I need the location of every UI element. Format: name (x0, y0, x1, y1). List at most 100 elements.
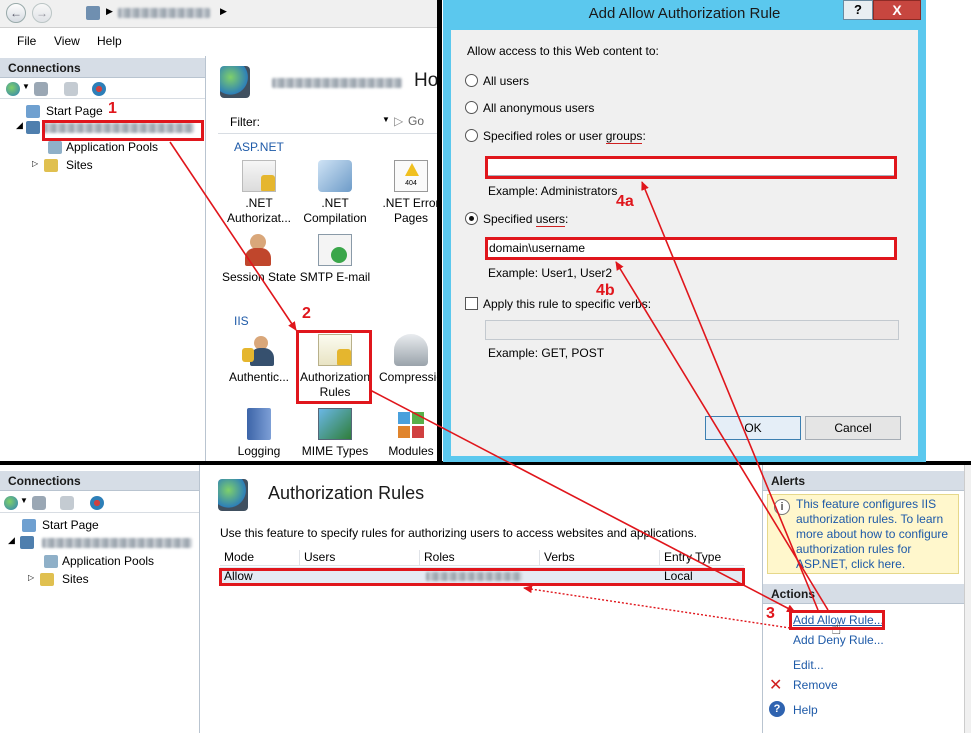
go-funnel-icon[interactable]: ▷ (394, 114, 403, 128)
connections-header: Connections (0, 58, 205, 78)
save-icon[interactable] (32, 496, 46, 510)
server-icon-large (218, 479, 248, 511)
up-folder-icon[interactable] (64, 82, 78, 96)
tree-sites[interactable]: ▷ Sites (32, 158, 93, 172)
feature-session-state[interactable]: Session State (220, 234, 298, 285)
authorization-rules-icon (318, 334, 352, 366)
feature-dotnet-error-pages[interactable]: 404 .NET Error Pages (372, 160, 440, 226)
group-iis: IIS (234, 314, 249, 328)
app-pools-icon (48, 141, 62, 154)
col-mode[interactable]: Mode (220, 550, 300, 566)
sites-folder-icon (44, 159, 58, 172)
filter-dropdown-icon[interactable]: ▼ (382, 115, 390, 124)
forward-button[interactable]: → (32, 3, 52, 23)
sites-folder-icon (40, 573, 54, 586)
tree-sites-bottom[interactable]: ▷ Sites (28, 572, 89, 586)
feature-compression[interactable]: Compressio (372, 334, 440, 385)
address-bar: ← → ▶ ▶ (0, 0, 440, 28)
connect-globe-icon[interactable] (4, 496, 18, 510)
verbs-label[interactable]: Apply this rule to specific verbs: (483, 297, 651, 311)
feature-logging[interactable]: Logging (220, 408, 298, 459)
step-2-label: 2 (302, 305, 311, 322)
users-input[interactable]: domain\username (485, 238, 897, 258)
disconnect-icon[interactable] (90, 496, 104, 510)
connections-pane-bottom: Connections ▼ Start Page ◢ Application P… (0, 465, 200, 733)
cancel-button[interactable]: Cancel (805, 416, 901, 440)
radio-roles-groups[interactable] (465, 129, 478, 142)
logging-icon (247, 408, 271, 440)
tree-start-page-bottom[interactable]: Start Page (22, 518, 99, 532)
help-link[interactable]: Help (793, 703, 818, 717)
col-users[interactable]: Users (300, 550, 420, 566)
radio-all-users[interactable] (465, 74, 478, 87)
label-all-users[interactable]: All users (483, 74, 529, 88)
tree-collapse-icon[interactable]: ◢ (16, 120, 23, 131)
tree-application-pools[interactable]: Application Pools (48, 140, 158, 154)
menu-view[interactable]: View (54, 34, 80, 48)
tree-expand-icon[interactable]: ▷ (32, 159, 38, 168)
label-specified-users[interactable]: Specified users: (483, 212, 568, 227)
menu-file[interactable]: File (17, 34, 36, 48)
step-3-label: 3 (766, 605, 775, 622)
feature-authorization-rules[interactable]: Authorization Rules (296, 334, 374, 400)
dropdown-arrow-icon[interactable]: ▼ (22, 82, 30, 91)
menu-help[interactable]: Help (97, 34, 122, 48)
verbs-checkbox[interactable] (465, 297, 478, 310)
remove-link[interactable]: Remove (793, 678, 838, 692)
tree-collapse-icon[interactable]: ◢ (8, 535, 15, 546)
feature-modules[interactable]: Modules (372, 408, 440, 459)
dotnet-compilation-icon (318, 160, 352, 192)
divider-vertical (437, 0, 442, 465)
feature-mime-types[interactable]: MIME Types (296, 408, 374, 459)
dialog-help-button[interactable]: ? (843, 0, 873, 20)
roles-example: Example: Administrators (488, 184, 618, 198)
alert-text[interactable]: This feature configures IIS authorizatio… (796, 497, 948, 571)
up-folder-icon[interactable] (60, 496, 74, 510)
breadcrumb-server-name[interactable] (118, 8, 210, 18)
col-entry-type[interactable]: Entry Type (660, 550, 744, 566)
breadcrumb-chevron-icon: ▶ (106, 6, 113, 16)
verbs-example: Example: GET, POST (488, 346, 605, 360)
col-verbs[interactable]: Verbs (540, 550, 660, 566)
radio-specified-users[interactable] (465, 212, 478, 225)
disconnect-icon[interactable] (92, 82, 106, 96)
feature-dotnet-compilation[interactable]: .NET Compilation (296, 160, 374, 226)
filter-bar: Filter: ▼ ▷ Go (218, 110, 440, 134)
label-anonymous-users[interactable]: All anonymous users (483, 101, 594, 115)
connect-globe-icon[interactable] (6, 82, 20, 96)
col-roles[interactable]: Roles (420, 550, 540, 566)
alert-box[interactable]: i This feature configures IIS authorizat… (767, 494, 959, 574)
tree-start-page[interactable]: Start Page (26, 104, 103, 118)
server-breadcrumb-icon (86, 6, 100, 20)
go-button[interactable]: Go (408, 114, 424, 128)
app-pools-icon (44, 555, 58, 568)
edit-link[interactable]: Edit... (793, 658, 824, 672)
hand-cursor-icon: ☝ (831, 619, 842, 638)
row-entry-type: Local (664, 569, 693, 583)
tree-application-pools-bottom[interactable]: Application Pools (44, 554, 154, 568)
page-description: Use this feature to specify rules for au… (220, 526, 697, 540)
verbs-input[interactable] (485, 320, 899, 340)
connections-header-bottom: Connections (0, 471, 199, 491)
dropdown-arrow-icon[interactable]: ▼ (20, 496, 28, 505)
mime-types-icon (318, 408, 352, 440)
modules-icon (394, 408, 428, 440)
feature-smtp-email[interactable]: SMTP E-mail (296, 234, 374, 285)
table-row[interactable]: Allow Local (220, 567, 744, 585)
label-roles-groups[interactable]: Specified roles or user groups: (483, 129, 646, 144)
feature-dotnet-authorization[interactable]: .NET Authorizat... (220, 160, 298, 226)
alerts-header: Alerts (763, 471, 964, 491)
radio-anonymous-users[interactable] (465, 101, 478, 114)
ok-button[interactable]: OK (705, 416, 801, 440)
tree-expand-icon[interactable]: ▷ (28, 573, 34, 582)
feature-authentication[interactable]: Authentic... (220, 334, 298, 385)
save-icon[interactable] (34, 82, 48, 96)
roles-input[interactable] (485, 156, 897, 176)
info-icon: i (774, 499, 790, 515)
home-title: Ho (414, 70, 439, 91)
dialog-close-button[interactable]: X (873, 0, 921, 20)
menu-bar: File View Help (0, 30, 440, 52)
dialog-prompt: Allow access to this Web content to: (467, 44, 659, 58)
vertical-scrollbar[interactable] (964, 465, 971, 733)
back-button[interactable]: ← (6, 3, 26, 23)
